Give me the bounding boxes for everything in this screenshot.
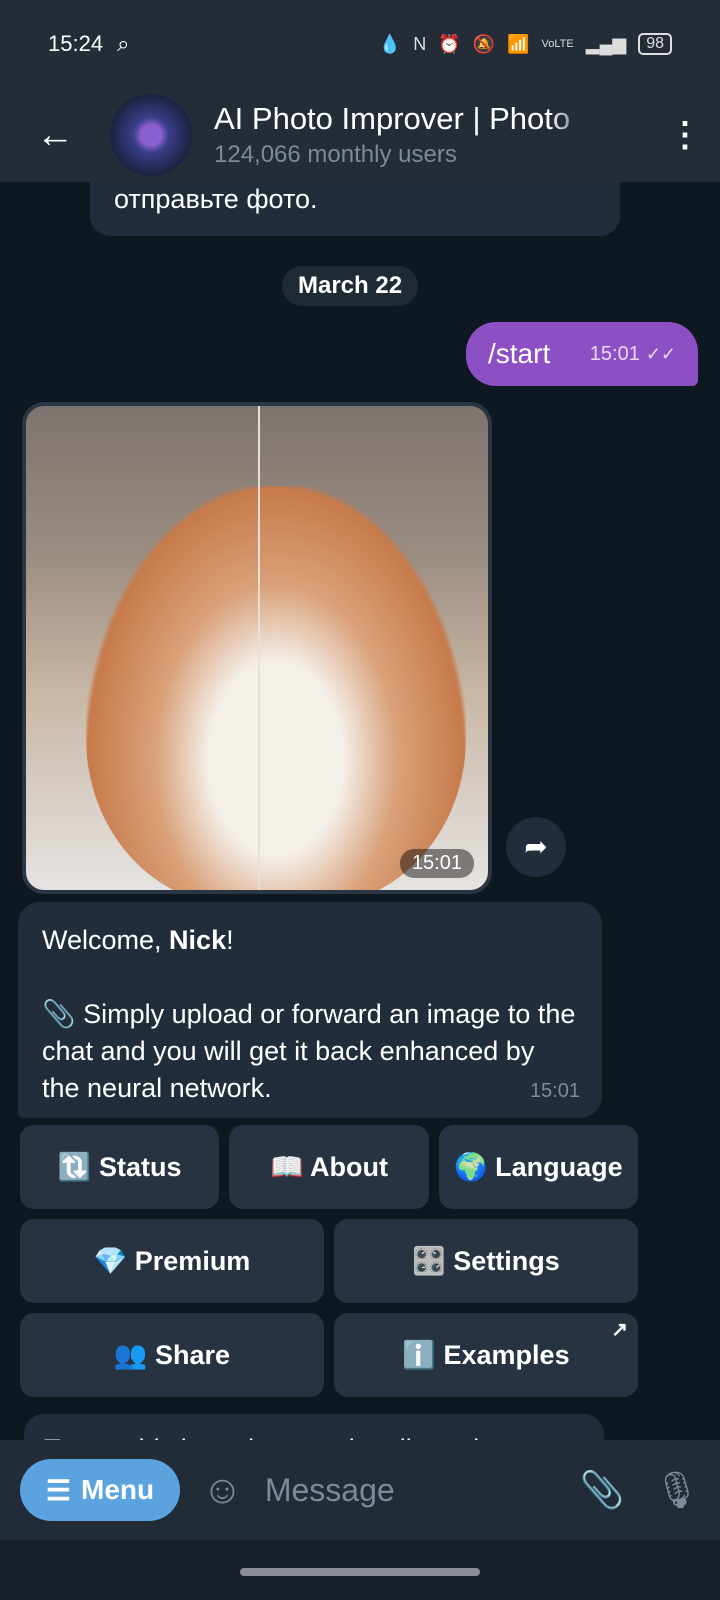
keyboard-row: 👥 Share ℹ️ Examples ↗ — [20, 1313, 638, 1397]
comparison-divider — [258, 406, 260, 890]
external-link-icon: ↗ — [611, 1319, 628, 1341]
home-handle[interactable] — [240, 1568, 480, 1576]
alarm-icon: ⏰ — [438, 33, 461, 54]
about-button[interactable]: 📖 About — [229, 1125, 429, 1209]
keyboard-row: 💎 Premium 🎛️ Settings — [20, 1219, 638, 1303]
status-button[interactable]: 🔃 Status — [20, 1125, 220, 1209]
examples-label: ℹ️ Examples — [402, 1340, 570, 1370]
menu-label: Menu — [81, 1474, 155, 1505]
hamburger-icon: ☰ — [45, 1474, 71, 1506]
photo-time: 15:01 — [399, 849, 474, 878]
forward-icon[interactable]: ➦ — [506, 817, 566, 877]
before-after-photo[interactable]: 15:01 — [22, 402, 492, 894]
message-text: /start — [488, 338, 551, 369]
previous-message: отправьте фото. — [90, 182, 620, 236]
signal-icon: ▂▄▆ — [585, 33, 627, 54]
language-button[interactable]: 🌍 Language — [438, 1125, 638, 1209]
nav-bar — [0, 1540, 720, 1600]
share-button[interactable]: 👥 Share — [20, 1313, 324, 1397]
next-message: To use this bot, please subscribe to its — [24, 1414, 604, 1440]
composer: ☰ Menu ☺ Message 📎 🎙 — [0, 1440, 720, 1540]
clock: 15:24 — [48, 31, 104, 56]
message-time: 15:01 — [589, 342, 640, 365]
date-chip: March 22 — [282, 266, 419, 306]
status-bar: 15:24 ⌕ 💧 N ⏰ 🔕 📶 VoLTE ▂▄▆ 98 — [0, 0, 720, 88]
settings-button[interactable]: 🎛️ Settings — [334, 1219, 638, 1303]
examples-button[interactable]: ℹ️ Examples ↗ — [334, 1313, 638, 1397]
attach-icon[interactable]: 📎 — [579, 1469, 624, 1511]
greeting-text: Welcome, — [42, 925, 170, 955]
search-icon: ⌕ — [117, 31, 130, 56]
back-arrow-icon[interactable]: ← — [0, 114, 110, 157]
double-check-icon: ✓✓ — [645, 343, 676, 364]
welcome-message: Welcome, Nick! 📎 Simply upload or forwar… — [18, 902, 602, 1118]
nfc-icon: N — [413, 33, 427, 54]
message-time: 15:01 — [529, 1080, 580, 1102]
premium-button[interactable]: 💎 Premium — [20, 1219, 324, 1303]
sticker-icon[interactable]: ☺ — [202, 1468, 243, 1513]
bot-avatar[interactable] — [110, 94, 192, 176]
menu-button[interactable]: ☰ Menu — [20, 1459, 180, 1521]
mute-icon: 🔕 — [472, 33, 496, 54]
outgoing-message: /start 15:01 ✓✓ — [466, 322, 698, 386]
chat-title-area[interactable]: AI Photo Improver | Photo 124,066 monthl… — [214, 101, 650, 169]
user-name: Nick — [169, 925, 227, 955]
message-input[interactable]: Message — [265, 1472, 550, 1509]
keyboard-row: 🔃 Status 📖 About 🌍 Language — [20, 1125, 638, 1209]
welcome-body: 📎 Simply upload or forward an image to t… — [42, 999, 576, 1103]
volte-icon: VoLTE — [541, 38, 574, 50]
chat-title: AI Photo Improver | Photo — [214, 101, 571, 136]
more-options-icon[interactable]: ⋮ — [650, 115, 720, 155]
chat-header: ← AI Photo Improver | Photo 124,066 mont… — [0, 88, 720, 182]
battery-icon: 98 — [638, 33, 672, 55]
fox-image — [86, 486, 466, 890]
exclaim: ! — [226, 925, 234, 955]
wifi-icon: 📶 — [507, 33, 530, 54]
data-saver-icon: 💧 — [378, 33, 402, 54]
chat-subtitle: 124,066 monthly users — [214, 141, 457, 168]
chat-area[interactable]: отправьте фото. March 22 /start 15:01 ✓✓… — [0, 182, 720, 1440]
microphone-icon[interactable]: 🎙 — [654, 1469, 700, 1511]
